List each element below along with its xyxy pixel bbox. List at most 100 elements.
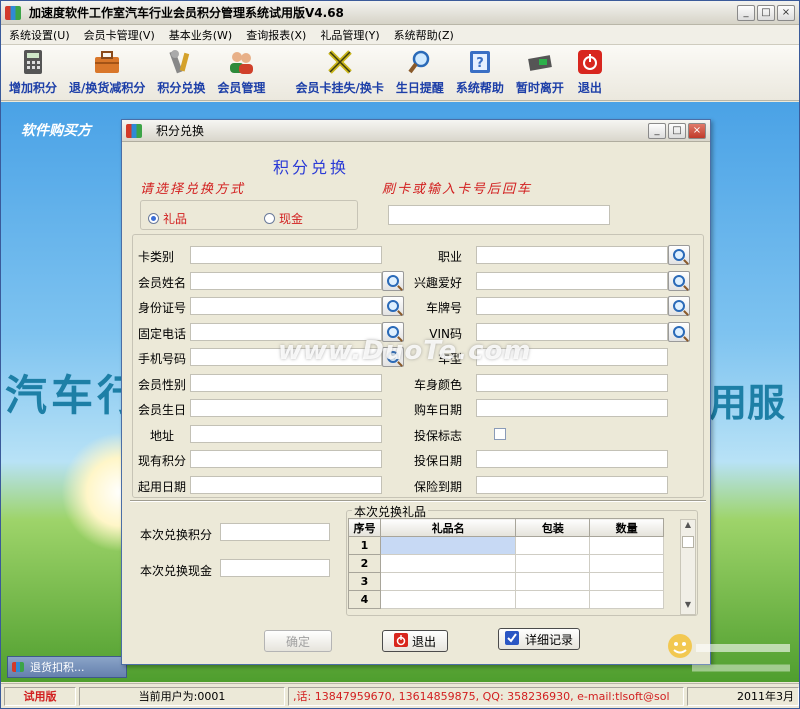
menu-query-reports[interactable]: 查询报表(X) <box>246 27 306 43</box>
current-points-input[interactable] <box>190 450 382 468</box>
member-management-button[interactable]: 会员管理 <box>217 48 265 96</box>
mobile-label: 手机号码 <box>138 352 187 366</box>
checkmark-icon <box>504 630 521 648</box>
choose-method-label: 请选择兑换方式 <box>140 182 246 197</box>
member-name-input[interactable] <box>190 271 382 290</box>
dialog-close-button[interactable]: × <box>688 122 706 139</box>
purchase-date-input[interactable] <box>476 399 668 417</box>
package-cell[interactable] <box>515 536 591 555</box>
confirm-button[interactable]: 确定 <box>264 630 332 652</box>
quantity-cell[interactable] <box>589 572 664 591</box>
card-type-input[interactable] <box>190 246 382 264</box>
address-input[interactable] <box>190 424 382 443</box>
lock-icon <box>526 48 554 76</box>
dialog-minimize-button[interactable]: _ <box>648 122 666 139</box>
contact-info: ,话: 13847959670, 13614859875, QQ: 358236… <box>288 686 684 706</box>
system-help-label: 系统帮助 <box>455 81 504 95</box>
site-logo <box>662 626 798 682</box>
start-date-input[interactable] <box>190 475 382 494</box>
exit-app-button[interactable]: 退出 <box>576 48 604 96</box>
menu-gift-management[interactable]: 礼品管理(Y) <box>320 27 379 43</box>
gift-table: 序号 礼品名 包装 数量 1 2 3 4 <box>348 518 664 609</box>
quantity-cell[interactable] <box>589 590 664 609</box>
car-color-input[interactable] <box>476 373 668 392</box>
dialog-maximize-button[interactable]: □ <box>668 122 686 139</box>
gift-name-cell[interactable] <box>379 590 517 609</box>
id-number-input[interactable] <box>190 297 382 315</box>
system-help-button[interactable]: ? 系统帮助 <box>456 48 504 96</box>
minimized-window[interactable]: 退货扣积... <box>7 656 127 678</box>
maximize-button[interactable]: □ <box>757 4 775 21</box>
radio-cash-label: 现金 <box>279 212 304 226</box>
card-lost-replace-button[interactable]: 会员卡挂失/换卡 <box>295 48 384 96</box>
help-icon: ? <box>466 48 494 76</box>
column-header-gift-name[interactable]: 礼品名 <box>379 518 517 537</box>
plate-number-lookup-button[interactable] <box>668 296 690 316</box>
birthday-input[interactable] <box>190 399 382 417</box>
close-button[interactable]: × <box>777 4 795 21</box>
id-number-lookup-button[interactable] <box>382 296 404 316</box>
insured-date-input[interactable] <box>476 450 668 468</box>
table-row[interactable]: 4 <box>348 590 664 609</box>
scroll-thumb[interactable] <box>682 536 694 548</box>
gift-table-scrollbar[interactable]: ▲ ▼ <box>680 519 696 615</box>
vin-lookup-button[interactable] <box>668 321 690 342</box>
gift-name-cell[interactable] <box>379 554 517 573</box>
column-header-package[interactable]: 包装 <box>515 518 591 537</box>
hobbies-lookup-button[interactable] <box>668 270 690 291</box>
birthday-reminder-label: 生日提醒 <box>395 81 444 95</box>
exit-dialog-button[interactable]: 退出 <box>382 630 448 652</box>
add-points-button[interactable]: 增加积分 <box>9 48 57 96</box>
status-date: 2011年3月 <box>687 686 799 706</box>
birthday-reminder-button[interactable]: 生日提醒 <box>396 48 444 96</box>
detail-records-button-label: 详细记录 <box>524 632 573 647</box>
temporary-leave-label: 暂时离开 <box>515 81 564 95</box>
table-row[interactable]: 3 <box>348 572 664 591</box>
redeem-points-button[interactable]: 积分兑换 <box>157 48 205 96</box>
return-deduct-button[interactable]: 退/换货减积分 <box>69 48 145 96</box>
quantity-cell[interactable] <box>589 554 664 573</box>
birthday-label: 会员生日 <box>138 403 187 417</box>
hobbies-label: 兴趣爱好 <box>413 275 462 290</box>
temporary-leave-button[interactable]: 暂时离开 <box>516 48 564 96</box>
insured-flag-checkbox[interactable] <box>494 427 506 440</box>
dialog-heading: 积分兑换 <box>273 158 350 177</box>
minimize-button[interactable]: _ <box>737 4 755 21</box>
table-row[interactable]: 1 <box>348 536 664 555</box>
package-cell[interactable] <box>515 572 591 591</box>
insurance-expiry-input[interactable] <box>476 475 668 494</box>
scroll-down-arrow-icon[interactable]: ▼ <box>681 600 695 614</box>
menu-card-management[interactable]: 会员卡管理(V) <box>84 27 155 43</box>
menu-system-settings[interactable]: 系统设置(U) <box>9 27 70 43</box>
gift-name-cell[interactable] <box>379 572 517 591</box>
plate-number-input[interactable] <box>476 297 668 315</box>
minimized-window-title: 退货扣积... <box>30 661 85 674</box>
users-icon <box>227 48 255 76</box>
package-cell[interactable] <box>515 590 591 609</box>
detail-records-button[interactable]: 详细记录 <box>498 628 580 650</box>
gift-name-cell[interactable] <box>379 536 517 555</box>
occupation-input[interactable] <box>476 246 668 264</box>
quantity-cell[interactable] <box>589 536 664 555</box>
radio-gift[interactable]: 礼品 <box>148 210 187 227</box>
card-swap-icon <box>326 48 354 76</box>
gender-input[interactable] <box>190 373 382 392</box>
occupation-lookup-button[interactable] <box>668 245 690 265</box>
magnifier-icon <box>673 274 685 287</box>
column-header-index[interactable]: 序号 <box>348 518 381 537</box>
swipe-card-label: 刷卡或输入卡号后回车 <box>382 182 533 197</box>
menu-system-help[interactable]: 系统帮助(Z) <box>394 27 454 43</box>
radio-cash[interactable]: 现金 <box>264 210 303 227</box>
member-name-lookup-button[interactable] <box>382 270 404 291</box>
menu-basic-business[interactable]: 基本业务(W) <box>169 27 232 43</box>
scroll-up-arrow-icon[interactable]: ▲ <box>681 520 695 534</box>
column-header-quantity[interactable]: 数量 <box>589 518 664 537</box>
table-row[interactable]: 2 <box>348 554 664 573</box>
package-cell[interactable] <box>515 554 591 573</box>
redeem-cash-input[interactable] <box>220 559 330 577</box>
power-icon <box>576 48 604 76</box>
insured-flag-label: 投保标志 <box>413 428 462 443</box>
card-number-input[interactable] <box>388 205 610 225</box>
redeem-points-input[interactable] <box>220 523 330 541</box>
hobbies-input[interactable] <box>476 271 668 290</box>
